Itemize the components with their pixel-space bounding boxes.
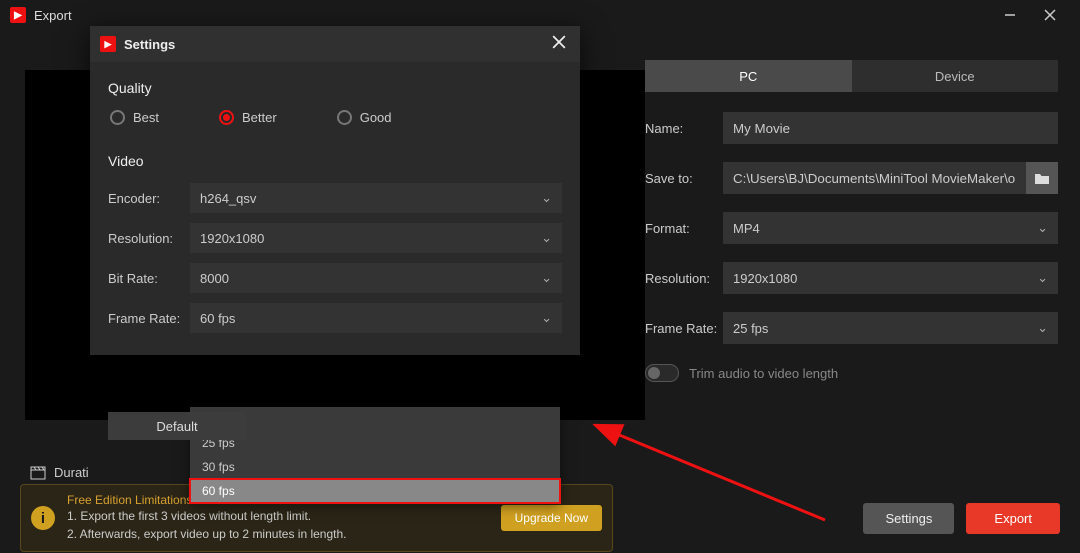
chevron-down-icon: ⌄ [1037,220,1048,236]
bitrate-label: Bit Rate: [108,271,190,286]
resolution-value: 1920x1080 [733,271,797,286]
modal-resolution-select[interactable]: 1920x1080 ⌄ [190,223,562,253]
bitrate-value: 8000 [200,271,229,286]
quality-best[interactable]: Best [110,110,159,125]
chevron-down-icon: ⌄ [541,310,552,326]
chevron-down-icon: ⌄ [541,230,552,246]
format-value: MP4 [733,221,760,236]
quality-heading: Quality [108,80,562,96]
output-tabs: PC Device [645,60,1058,92]
modal-resolution-value: 1920x1080 [200,231,264,246]
folder-icon [1034,172,1050,185]
chevron-down-icon: ⌄ [1037,320,1048,336]
resolution-select[interactable]: 1920x1080 ⌄ [723,262,1058,294]
encoder-label: Encoder: [108,191,190,206]
duration-label: Durati [54,465,89,480]
export-button[interactable]: Export [966,503,1060,534]
framerate-select[interactable]: 25 fps ⌄ [723,312,1058,344]
chevron-down-icon: ⌄ [541,190,552,206]
close-button[interactable] [1030,0,1070,30]
trim-audio-label: Trim audio to video length [689,366,838,381]
saveto-label: Save to: [645,171,723,186]
clapper-icon [30,466,46,480]
settings-button[interactable]: Settings [863,503,954,534]
radio-icon [219,110,234,125]
modal-title: Settings [124,37,175,52]
name-input[interactable] [723,112,1058,144]
duration-row: Durati [30,465,89,480]
chevron-down-icon: ⌄ [541,270,552,286]
trim-audio-toggle[interactable] [645,364,679,382]
radio-label: Good [360,110,392,125]
video-heading: Video [108,153,562,169]
quality-better[interactable]: Better [219,110,277,125]
radio-label: Best [133,110,159,125]
encoder-select[interactable]: h264_qsv ⌄ [190,183,562,213]
tab-device[interactable]: Device [852,60,1059,92]
modal-app-icon: ▶ [100,36,116,52]
info-icon: i [31,506,55,530]
browse-button[interactable] [1026,162,1058,194]
framerate-value: 25 fps [733,321,768,336]
app-icon: ▶ [10,7,26,23]
upgrade-button[interactable]: Upgrade Now [501,505,602,531]
limit-line-1: 1. Export the first 3 videos without len… [67,507,489,525]
default-button[interactable]: Default [108,412,246,440]
tab-pc[interactable]: PC [645,60,852,92]
quality-radio-group: Best Better Good [108,110,562,125]
settings-modal: ▶ Settings Quality Best Better Good Vide… [90,26,580,355]
resolution-label: Resolution: [645,271,723,286]
modal-close-button[interactable] [548,31,570,58]
framerate-label: Frame Rate: [645,321,723,336]
radio-label: Better [242,110,277,125]
window-title: Export [34,8,72,23]
export-panel: PC Device Name: Save to: Format: MP4 ⌄ [645,30,1080,480]
radio-icon [337,110,352,125]
chevron-down-icon: ⌄ [1037,270,1048,286]
saveto-input[interactable] [723,162,1026,194]
bitrate-select[interactable]: 8000 ⌄ [190,263,562,293]
modal-titlebar: ▶ Settings [90,26,580,62]
minimize-button[interactable] [990,0,1030,30]
limit-line-2: 2. Afterwards, export video up to 2 minu… [67,525,489,543]
name-label: Name: [645,121,723,136]
framerate-option-selected[interactable]: 60 fps [190,479,560,503]
encoder-value: h264_qsv [200,191,256,206]
quality-good[interactable]: Good [337,110,392,125]
modal-framerate-value: 60 fps [200,311,235,326]
modal-framerate-select[interactable]: 60 fps ⌄ [190,303,562,333]
framerate-option[interactable]: 30 fps [190,455,560,479]
modal-resolution-label: Resolution: [108,231,190,246]
format-select[interactable]: MP4 ⌄ [723,212,1058,244]
format-label: Format: [645,221,723,236]
radio-icon [110,110,125,125]
modal-framerate-label: Frame Rate: [108,311,190,326]
